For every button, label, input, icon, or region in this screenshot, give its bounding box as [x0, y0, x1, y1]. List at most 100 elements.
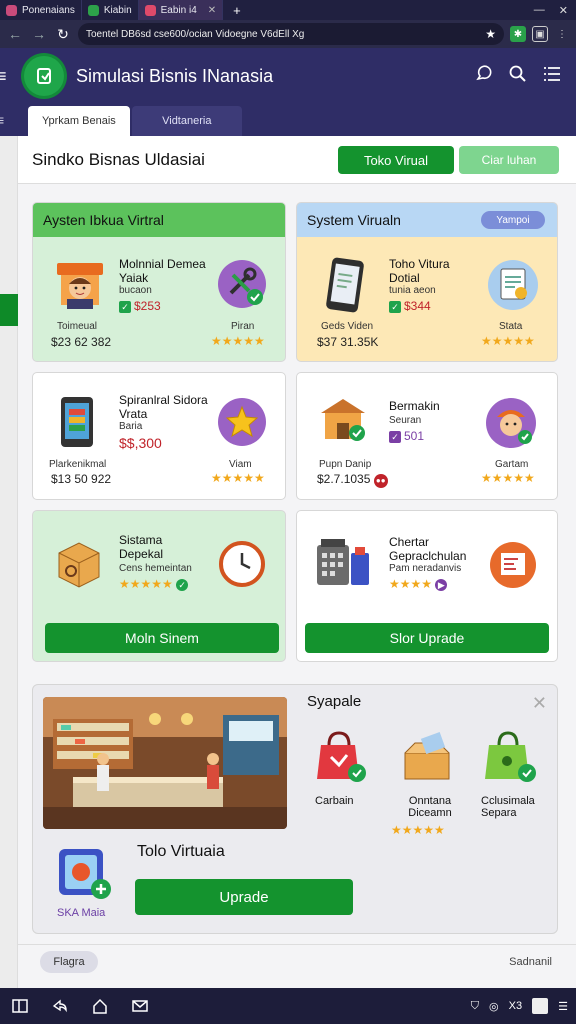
share-icon[interactable]	[40, 997, 80, 1015]
forward-arrow-icon[interactable]: →	[30, 26, 48, 42]
check-icon: ✓	[176, 579, 189, 591]
browser-tab-2[interactable]: Kiabin	[82, 0, 139, 20]
url-input[interactable]: Toentel DB6sd cse600/ocian Vidoegne V6dE…	[78, 23, 504, 45]
card-1-header: Aysten Ibkua Virtral	[33, 203, 285, 237]
alert-badge-icon: ●●	[373, 474, 388, 488]
browser-tab-bar: Ponenaians Kiabin Eabin i4 ✕ + — ✕	[0, 0, 576, 20]
footer-chip[interactable]: Flagra	[40, 951, 98, 973]
main-sinem-button[interactable]: Moln Sinem	[45, 623, 279, 653]
browser-tab-3[interactable]: Eabin i4 ✕	[138, 0, 224, 20]
upgrade-button[interactable]: Uprade	[135, 879, 353, 915]
rail-active-indicator[interactable]	[0, 294, 18, 326]
notification-icon[interactable]	[532, 998, 549, 1014]
side-menu-icon[interactable]: ≡	[0, 66, 10, 87]
tray-text: X3	[508, 1000, 523, 1012]
header-actions	[474, 64, 576, 89]
extension-puzzle-icon[interactable]: ✱	[510, 26, 526, 42]
card-header-title: Aysten Ibkua Virtral	[43, 212, 164, 228]
app-logo-icon	[24, 56, 64, 96]
section-title: Syapale	[307, 693, 362, 710]
storefront-icon	[317, 395, 369, 445]
back-arrow-icon[interactable]: ←	[6, 26, 24, 42]
card-stat-value: $13 50 922	[51, 472, 112, 486]
tab-vidtaneria[interactable]: Vidtaneria	[131, 106, 242, 136]
product-label: Carbain	[315, 795, 354, 807]
card-item-title: Toho Vitura Dotial	[389, 257, 450, 285]
minimize-icon[interactable]: —	[534, 4, 545, 17]
rail-menu-icon[interactable]: ≡	[0, 112, 10, 128]
business-card-5[interactable]: Sistama Depekal Cens hemeintan ★★★★★ ✓ M…	[32, 510, 286, 662]
showcase-panel: ✕ Syapale Carbain Onntana Diceamn ★★★★★ …	[32, 684, 558, 934]
app-title: Simulasi Bisnis INanasia	[76, 65, 274, 86]
tablet-store-icon	[57, 395, 97, 449]
system-tray: ⛉ ◎ X3 ☰	[471, 998, 576, 1014]
document-badge-icon	[487, 259, 539, 311]
tab-bisnis[interactable]: Yprkam Benais	[28, 106, 130, 136]
card-item-price: ✓ $253	[119, 299, 161, 313]
business-card-4[interactable]: Bermakin Seuran ✓ 501 Pupn Danip $2.7.103…	[296, 372, 558, 500]
new-tab-button[interactable]: +	[223, 3, 251, 18]
secondary-action-button[interactable]: Ciar luhan	[459, 146, 559, 174]
app-header: ≡ Simulasi Bisnis INanasia	[0, 48, 576, 104]
tab-favicon-icon	[6, 4, 17, 16]
star-rating: ★★★★★	[481, 471, 535, 485]
main-content: Sindko Bisnas Uldasiai Toko Virual Ciar …	[18, 136, 576, 988]
card-item-subtitle: bucaon	[119, 285, 152, 296]
card-item-title: Molnnial Demea Yaiak	[119, 257, 206, 285]
list-menu-icon[interactable]	[542, 64, 562, 89]
store-upgrade-button[interactable]: Slor Uprade	[305, 623, 549, 653]
card-status-pill[interactable]: Yampoi	[481, 211, 545, 229]
check-icon: ✓	[389, 301, 401, 313]
card-stat-value: $2.7.1035 ●●	[317, 472, 388, 488]
card-item-subtitle: Seuran	[389, 415, 422, 426]
menu-dots-icon[interactable]: ⋮	[554, 26, 570, 42]
star-badge-icon	[217, 397, 267, 447]
star-rating: ★★★★★	[481, 334, 535, 348]
chat-icon[interactable]	[474, 64, 494, 89]
business-card-3[interactable]: Spiranlral Sidora Vrata Baria $$,300 Pla…	[32, 372, 286, 500]
business-card-1[interactable]: Aysten Ibkua Virtral Molnnial Demea Yaia…	[32, 202, 286, 362]
menu-icon[interactable]: ☰	[558, 1000, 568, 1013]
address-bar-row: ← → ↻ Toentel DB6sd cse600/ocian Vidoegn…	[0, 20, 576, 48]
footer-text[interactable]: Sadnanil	[509, 956, 552, 968]
green-bag-icon	[481, 729, 539, 785]
browser-tab-1[interactable]: Ponenaians	[0, 0, 82, 20]
bookmark-star-icon[interactable]: ★	[485, 27, 496, 41]
store-photo	[43, 697, 287, 829]
card-item-subtitle: Cens hemeintan	[119, 563, 192, 574]
cash-register-icon	[315, 535, 373, 591]
page-tab-row: ≡ Yprkam Benais Vidtaneria	[0, 104, 576, 136]
business-card-6[interactable]: Chertar Gepraclchulan Pam neradanvis ★★★…	[296, 510, 558, 662]
home-icon[interactable]	[80, 997, 120, 1015]
card-stat-value: $37 31.35K	[317, 335, 379, 349]
browser-tab-label: Ponenaians	[22, 4, 75, 16]
report-chart-icon	[489, 541, 537, 589]
star-rating: ★★★★ ▶	[389, 577, 450, 591]
smartphone-icon	[321, 255, 369, 315]
search-icon[interactable]	[508, 64, 528, 89]
card-item-subtitle: Baria	[119, 421, 143, 432]
toko-virtual-button[interactable]: Toko Virual	[338, 146, 454, 174]
card-rating-label: Viam	[229, 459, 252, 470]
check-icon: ✓	[119, 301, 131, 313]
page-toolbar: Sindko Bisnas Uldasiai Toko Virual Ciar …	[18, 136, 576, 184]
shield-icon[interactable]: ⛉	[471, 1000, 479, 1013]
split-view-icon[interactable]	[0, 997, 40, 1015]
tab-favicon-icon	[87, 4, 99, 16]
close-icon[interactable]: ✕	[532, 693, 547, 714]
card-stat-label: Geds Viden	[321, 321, 374, 332]
star-rating: ★★★★★	[211, 334, 265, 348]
star-rating: ★★★★★	[391, 823, 445, 837]
extension-box-icon[interactable]: ▣	[532, 26, 548, 42]
os-taskbar: ⛉ ◎ X3 ☰	[0, 988, 576, 1024]
tools-badge-icon	[217, 259, 267, 309]
close-tab-icon[interactable]: ✕	[208, 5, 216, 16]
card-stat-label: Plarkenikmal	[49, 459, 107, 470]
card-rating-label: Piran	[231, 321, 255, 332]
business-card-2[interactable]: System Virualn Yampoi Toho Vitura Dotial…	[296, 202, 558, 362]
product-label: Cclusimala Separa	[481, 795, 535, 819]
reload-icon[interactable]: ↻	[54, 26, 72, 43]
close-window-icon[interactable]: ✕	[559, 4, 568, 17]
mail-icon[interactable]	[120, 997, 160, 1015]
network-icon[interactable]: ◎	[489, 1000, 499, 1013]
